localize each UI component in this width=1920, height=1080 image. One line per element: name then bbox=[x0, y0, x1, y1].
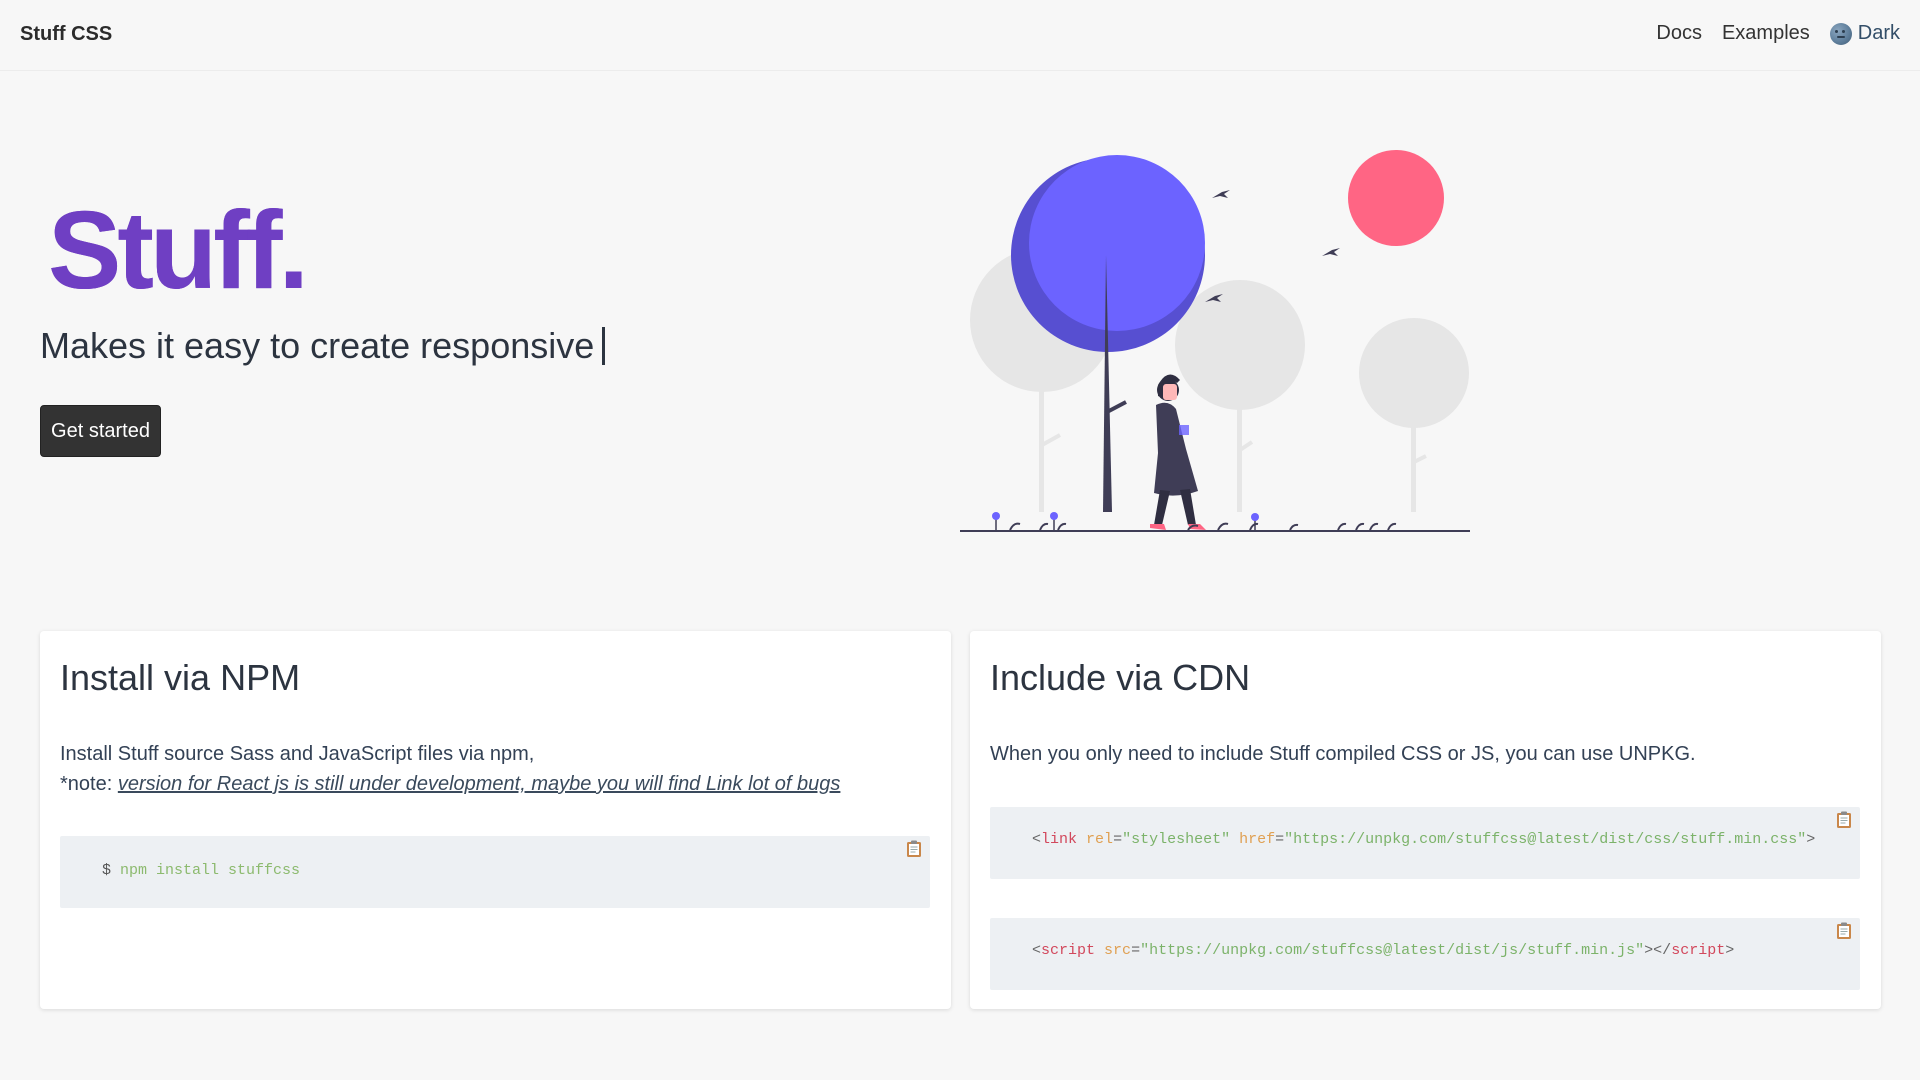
code-tag: script bbox=[1041, 942, 1096, 959]
walking-woman bbox=[1150, 374, 1206, 530]
gray-tree-middle bbox=[1175, 280, 1305, 512]
npm-code-block: $ npm install stuffcss bbox=[60, 836, 930, 908]
npm-note-prefix: *note: bbox=[60, 773, 118, 795]
hero-subtitle: Makes it easy to create responsive bbox=[40, 325, 606, 367]
hero-subtitle-text: Makes it easy to create responsive bbox=[40, 325, 595, 366]
pink-sun bbox=[1348, 150, 1444, 246]
cdn-card-title: Include via CDN bbox=[990, 657, 1251, 698]
code-attr: rel bbox=[1086, 831, 1114, 848]
cdn-css-code-line: <link rel="stylesheet" href="https://unp… bbox=[1032, 831, 1815, 848]
theme-toggle[interactable]: Dark bbox=[1829, 22, 1900, 45]
install-npm-card: Install via NPM Install Stuff source Sas… bbox=[40, 631, 951, 1009]
code-equals: = bbox=[1131, 942, 1141, 959]
code-punct: < bbox=[1032, 831, 1042, 848]
npm-command: npm install stuffcss bbox=[120, 862, 301, 879]
code-attr: src bbox=[1104, 942, 1132, 959]
code-punct: > bbox=[1806, 831, 1816, 848]
moon-face-icon bbox=[1829, 22, 1852, 45]
npm-card-text: Install Stuff source Sass and JavaScript… bbox=[60, 739, 840, 799]
code-attr: href bbox=[1239, 831, 1276, 848]
hero-title: Stuff. bbox=[48, 189, 309, 312]
gray-tree-right bbox=[1359, 318, 1469, 512]
brand-logo[interactable]: Stuff CSS bbox=[20, 23, 112, 46]
npm-note: *note: version for React js is still und… bbox=[60, 769, 840, 799]
cdn-card-text: When you only need to include Stuff comp… bbox=[990, 743, 1696, 765]
code-string: "https://unpkg.com/stuffcss@latest/dist/… bbox=[1140, 942, 1645, 959]
hero-illustration bbox=[960, 150, 1470, 532]
code-punct: > bbox=[1725, 942, 1735, 959]
typing-caret bbox=[602, 327, 606, 365]
cdn-js-code-block: <script src="https://unpkg.com/stuffcss@… bbox=[990, 918, 1860, 990]
code-string: "https://unpkg.com/stuffcss@latest/dist/… bbox=[1284, 831, 1807, 848]
code-punct: < bbox=[1032, 942, 1042, 959]
navbar: Stuff CSS Docs Examples Dark bbox=[0, 0, 1920, 71]
code-string: "stylesheet" bbox=[1122, 831, 1231, 848]
clipboard-icon[interactable] bbox=[906, 840, 922, 858]
nav-link-examples[interactable]: Examples bbox=[1722, 22, 1810, 45]
theme-toggle-label: Dark bbox=[1857, 22, 1900, 44]
include-cdn-card: Include via CDN When you only need to in… bbox=[970, 631, 1881, 1009]
npm-code-line: $ npm install stuffcss bbox=[102, 862, 300, 879]
npm-note-link[interactable]: version for React js is still under deve… bbox=[118, 773, 841, 795]
npm-description: Install Stuff source Sass and JavaScript… bbox=[60, 743, 535, 765]
code-tag: script bbox=[1671, 942, 1726, 959]
nav-links: Docs Examples Dark bbox=[1656, 22, 1900, 45]
npm-card-title: Install via NPM bbox=[60, 657, 301, 698]
clipboard-icon[interactable] bbox=[1836, 811, 1852, 829]
code-equals: = bbox=[1113, 831, 1123, 848]
get-started-button[interactable]: Get started bbox=[40, 405, 161, 457]
cdn-js-code-line: <script src="https://unpkg.com/stuffcss@… bbox=[1032, 942, 1734, 959]
clipboard-icon[interactable] bbox=[1836, 922, 1852, 940]
code-prompt: $ bbox=[102, 862, 112, 879]
cdn-css-code-block: <link rel="stylesheet" href="https://unp… bbox=[990, 807, 1860, 879]
code-tag: link bbox=[1041, 831, 1078, 848]
nav-link-docs[interactable]: Docs bbox=[1656, 22, 1702, 45]
code-equals: = bbox=[1275, 831, 1285, 848]
code-punct: ></ bbox=[1644, 942, 1672, 959]
